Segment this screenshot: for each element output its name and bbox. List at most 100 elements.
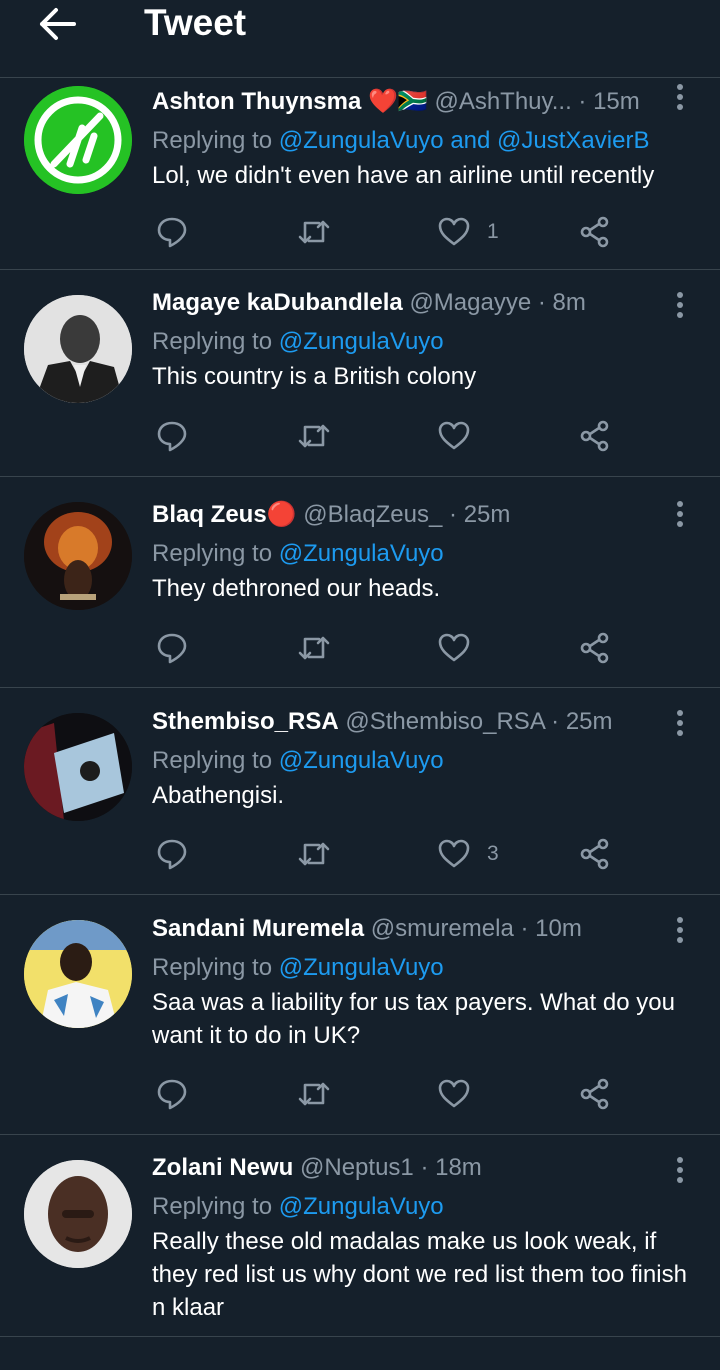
share-button[interactable] — [578, 212, 612, 252]
username[interactable]: @Sthembiso_RSA — [345, 708, 544, 735]
retweet-icon — [298, 1082, 330, 1106]
reply-icon — [157, 633, 187, 664]
avatar[interactable] — [24, 1160, 132, 1268]
avatar[interactable] — [24, 502, 132, 610]
share-icon — [580, 838, 609, 870]
replying-to-label: Replying to — [152, 1193, 273, 1220]
timestamp[interactable]: · 15m — [578, 88, 639, 115]
tweet-header: Sandani Muremela @smuremela · 10m — [152, 913, 696, 945]
replying-to: Replying to @ZungulaVuyo — [152, 949, 696, 986]
heart-icon — [438, 217, 470, 246]
tweet-header: Zolani Newu @Neptus1 · 18m — [152, 1152, 696, 1184]
replying-to-label: Replying to — [152, 954, 273, 981]
replying-to: Replying to @ZungulaVuyo and @JustXavier… — [152, 122, 696, 159]
avatar[interactable] — [24, 86, 132, 194]
timestamp[interactable]: · 18m — [420, 1154, 481, 1181]
tweet-item[interactable]: Ashton Thuynsma ❤️🇿🇦 @AshThuy... · 15m R… — [0, 78, 720, 270]
display-name[interactable]: Magaye kaDubandlela — [152, 289, 403, 316]
tweet-text: Abathengisi. — [152, 782, 285, 809]
more-options-icon[interactable] — [670, 499, 690, 529]
share-button[interactable] — [578, 628, 612, 668]
username[interactable]: @Magayye — [409, 289, 531, 316]
heart-icon — [438, 421, 470, 450]
replying-to: Replying to @ZungulaVuyo — [152, 323, 696, 360]
reply-icon — [157, 217, 187, 248]
action-bar — [152, 416, 632, 456]
share-button[interactable] — [578, 1074, 612, 1114]
mention-link[interactable]: @ZungulaVuyo — [279, 954, 444, 981]
tweet-header: Blaq Zeus🔴 @BlaqZeus_ · 25m — [152, 499, 696, 531]
share-icon — [580, 216, 609, 248]
avatar[interactable] — [24, 713, 132, 821]
share-icon — [580, 1078, 609, 1110]
reply-button[interactable] — [155, 834, 189, 874]
mention-link[interactable]: @ZungulaVuyo — [279, 1193, 444, 1220]
share-button[interactable] — [578, 416, 612, 456]
display-name[interactable]: Sandani Muremela — [152, 915, 364, 942]
retweet-button[interactable] — [297, 834, 331, 874]
tweet-text: Lol, we didn't even have an airline unti… — [152, 162, 655, 189]
tweet-item[interactable]: Blaq Zeus🔴 @BlaqZeus_ · 25m Replying to … — [0, 477, 720, 688]
like-count: 1 — [487, 220, 499, 243]
more-options-icon[interactable] — [670, 290, 690, 320]
timestamp[interactable]: · 8m — [538, 289, 586, 316]
more-options-icon[interactable] — [670, 708, 690, 738]
display-name[interactable]: Blaq Zeus🔴 — [152, 501, 297, 528]
display-name[interactable]: Sthembiso_RSA — [152, 708, 339, 735]
avatar[interactable] — [24, 295, 132, 403]
username[interactable]: @BlaqZeus_ — [303, 501, 442, 528]
replying-to: Replying to @ZungulaVuyo — [152, 742, 696, 779]
username[interactable]: @smuremela — [371, 915, 514, 942]
action-bar: 1 — [152, 212, 632, 252]
share-icon — [580, 420, 609, 452]
like-button[interactable]: 3 — [437, 834, 499, 874]
replying-to-label: Replying to — [152, 127, 273, 154]
display-name[interactable]: Ashton Thuynsma ❤️🇿🇦 — [152, 88, 428, 115]
like-button[interactable] — [437, 628, 487, 668]
share-button[interactable] — [578, 834, 612, 874]
display-name[interactable]: Zolani Newu — [152, 1154, 293, 1181]
mention-link[interactable]: @ZungulaVuyo — [279, 747, 444, 774]
like-button[interactable] — [437, 416, 487, 456]
timestamp[interactable]: · 25m — [551, 708, 612, 735]
retweet-button[interactable] — [297, 1074, 331, 1114]
tweet-item[interactable]: Sandani Muremela @smuremela · 10m Replyi… — [0, 895, 720, 1135]
reply-button[interactable] — [155, 1074, 189, 1114]
like-button[interactable] — [437, 1074, 487, 1114]
timestamp[interactable]: · 10m — [520, 915, 581, 942]
more-options-icon[interactable] — [670, 1155, 690, 1185]
tweet-text: This country is a British colony — [152, 363, 477, 390]
reply-icon — [157, 1079, 187, 1110]
retweet-button[interactable] — [297, 212, 331, 252]
like-count: 3 — [487, 842, 499, 865]
reply-button[interactable] — [155, 628, 189, 668]
reply-icon — [157, 839, 187, 870]
like-button[interactable]: 1 — [437, 212, 499, 252]
tweet-item[interactable]: Magaye kaDubandlela @Magayye · 8m Replyi… — [0, 270, 720, 477]
username[interactable]: @AshThuy... — [434, 88, 571, 115]
top-bar: Tweet — [0, 0, 720, 78]
retweet-icon — [298, 220, 330, 244]
avatar[interactable] — [24, 920, 132, 1028]
mention-link[interactable]: @ZungulaVuyo and @JustXavierB — [279, 127, 650, 154]
retweet-button[interactable] — [297, 416, 331, 456]
timestamp[interactable]: · 25m — [449, 501, 510, 528]
more-options-icon[interactable] — [670, 915, 690, 945]
more-options-icon[interactable] — [670, 82, 690, 112]
mention-link[interactable]: @ZungulaVuyo — [279, 328, 444, 355]
mention-link[interactable]: @ZungulaVuyo — [279, 540, 444, 567]
tweet-text: Really these old madalas make us look we… — [152, 1228, 687, 1321]
action-bar — [152, 628, 632, 668]
action-bar — [152, 1074, 632, 1114]
tweet-item[interactable]: Sthembiso_RSA @Sthembiso_RSA · 25m Reply… — [0, 688, 720, 895]
tweet-item[interactable]: Zolani Newu @Neptus1 · 18m Replying to @… — [0, 1135, 720, 1336]
tweet-header: Magaye kaDubandlela @Magayye · 8m — [152, 287, 696, 319]
reply-button[interactable] — [155, 212, 189, 252]
retweet-icon — [298, 424, 330, 448]
replying-to-label: Replying to — [152, 540, 273, 567]
retweet-button[interactable] — [297, 628, 331, 668]
back-arrow-icon[interactable] — [36, 6, 78, 42]
tweet-text: Saa was a liability for us tax payers. W… — [152, 989, 675, 1049]
username[interactable]: @Neptus1 — [300, 1154, 414, 1181]
reply-button[interactable] — [155, 416, 189, 456]
